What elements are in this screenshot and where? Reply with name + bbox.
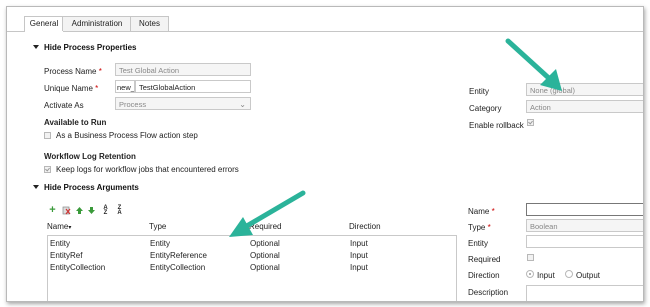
grid-header-type[interactable]: Type [149,222,166,231]
cell-required: Optional [250,263,280,272]
grid-header-name[interactable]: Name▾ [47,222,71,231]
arg-type-label: Type * [468,223,491,232]
cell-name: Entity [50,239,71,248]
grid-header-direction[interactable]: Direction [349,222,381,231]
cell-name: EntityRef [50,251,83,260]
collapse-triangle-icon [33,45,39,49]
delete-icon[interactable] [62,206,71,215]
cell-direction: Input [350,263,368,272]
activate-as-label: Activate As [44,101,84,110]
table-row[interactable]: EntityRef EntityReference Optional Input [48,251,456,262]
process-editor: General Administration Notes Hide Proces… [6,6,644,302]
enable-rollback-checkbox[interactable] [527,119,534,126]
collapse-triangle-icon [33,185,39,189]
direction-output-label: Output [576,271,601,280]
arg-direction-label: Direction [468,271,500,280]
sort-ascending-icon[interactable]: AZ [100,205,111,216]
arg-required-checkbox[interactable] [527,254,534,261]
arg-required-label: Required [468,255,501,264]
arg-description-field[interactable] [526,285,643,301]
table-row[interactable]: EntityCollection EntityCollection Option… [48,263,456,274]
available-to-run-title: Available to Run [44,118,107,127]
unique-name-label: Unique Name * [44,84,99,93]
cell-name: EntityCollection [50,263,106,272]
process-name-label: Process Name * [44,67,102,76]
tab-notes[interactable]: Notes [130,16,169,31]
tab-general[interactable]: General [24,16,64,32]
keep-logs-label: Keep logs for workflow jobs that encount… [56,165,239,174]
sort-descending-icon[interactable]: ZA [114,205,125,216]
activate-as-select[interactable]: Process ⌄ [115,97,251,110]
move-up-icon[interactable] [75,206,84,215]
cell-type: EntityReference [150,251,207,260]
arguments-section-title: Hide Process Arguments [44,183,139,192]
enable-rollback-label: Enable rollback [469,121,524,130]
arguments-section-header[interactable]: Hide Process Arguments [33,183,139,192]
cell-type: Entity [150,239,171,248]
annotation-arrow-icon [505,38,562,91]
properties-section-header[interactable]: Hide Process Properties [33,43,136,52]
cell-type: EntityCollection [150,263,206,272]
cell-required: Optional [250,251,280,260]
workflow-log-title: Workflow Log Retention [44,152,136,161]
tab-bar: General Administration Notes [7,7,643,32]
unique-name-field[interactable]: TestGlobalAction [135,80,251,93]
direction-input-radio[interactable] [526,270,534,278]
bpf-action-step-checkbox[interactable] [44,132,51,139]
direction-output-radio[interactable] [565,270,573,278]
category-field[interactable]: Action [526,100,643,113]
arg-name-label: Name * [468,207,495,216]
cell-direction: Input [350,251,368,260]
category-label: Category [469,104,502,113]
chevron-down-icon: ⌄ [239,100,246,109]
tab-administration[interactable]: Administration [62,16,132,31]
annotation-arrow-icon [229,190,306,237]
keep-logs-checkbox[interactable] [44,166,51,173]
move-down-icon[interactable] [87,206,96,215]
arg-description-label: Description [468,288,509,297]
cell-direction: Input [350,239,368,248]
arg-entity-label: Entity [468,239,489,248]
arguments-grid: Entity Entity Optional Input EntityRef E… [47,235,457,301]
properties-section-title: Hide Process Properties [44,43,137,52]
unique-name-prefix: new_ [115,80,135,93]
process-name-field[interactable]: Test Global Action [115,63,251,76]
entity-label: Entity [469,87,490,96]
arg-entity-field[interactable] [526,235,643,248]
arg-name-field[interactable] [526,203,643,216]
direction-input-label: Input [537,271,555,280]
activate-as-value: Process [119,100,147,109]
bpf-action-step-label: As a Business Process Flow action step [56,131,198,140]
add-icon[interactable]: + [48,205,57,216]
arg-type-select[interactable]: Boolean [526,219,643,232]
